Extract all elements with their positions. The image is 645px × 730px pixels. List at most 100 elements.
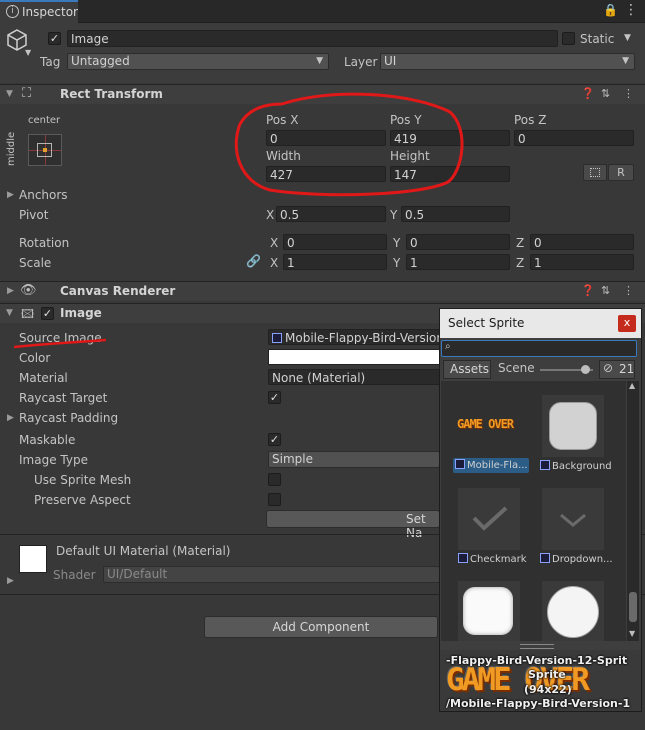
tab-inspector[interactable]: i Inspector <box>0 0 78 23</box>
color-swatch[interactable] <box>268 349 440 365</box>
layer-label: Layer <box>344 55 378 69</box>
rotation-x-field[interactable]: 0 <box>283 234 387 250</box>
tag-label: Tag <box>40 55 61 69</box>
scale-z-field[interactable]: 1 <box>530 254 634 270</box>
scale-x-field[interactable]: 1 <box>283 254 387 270</box>
material-label: Material <box>19 371 68 385</box>
tab-assets[interactable]: Assets <box>443 360 491 379</box>
sprite-search-input[interactable]: ⌕ <box>441 340 637 357</box>
layer-value: UI <box>384 54 397 68</box>
sprite-item-background[interactable] <box>542 395 604 457</box>
tag-dropdown[interactable]: Untagged ▼ <box>67 53 329 70</box>
hidden-toggle-button[interactable]: ⊘ 21 <box>599 360 635 379</box>
preview-name: -Flappy-Bird-Version-12-Sprit <box>446 654 628 667</box>
maskable-checkbox[interactable]: ✓ <box>268 433 281 446</box>
static-dropdown-icon[interactable]: ▼ <box>624 33 631 43</box>
anchors-label[interactable]: Anchors <box>19 187 68 203</box>
sprite-item-selected-label[interactable]: Mobile-Fla... <box>453 458 529 473</box>
add-component-button[interactable]: Add Component <box>204 616 438 638</box>
material-foldout-icon[interactable]: ▶ <box>7 576 14 586</box>
pivot-y-axis: Y <box>390 208 398 222</box>
source-image-field[interactable]: Mobile-Flappy-Bird-Version <box>268 329 440 345</box>
sprite-item-checkmark[interactable] <box>458 488 520 550</box>
anchors-foldout-icon[interactable]: ▶ <box>7 190 14 200</box>
pivot-y-field[interactable]: 0.5 <box>401 206 510 222</box>
pivot-x-field[interactable]: 0.5 <box>276 206 386 222</box>
eye-icon: 👁 <box>20 283 37 298</box>
context-menu-icon[interactable]: ⋮ <box>623 87 634 100</box>
rotation-z-field[interactable]: 0 <box>530 234 634 250</box>
preserve-aspect-checkbox[interactable] <box>268 493 281 506</box>
select-sprite-title: Select Sprite <box>448 316 525 330</box>
rect-transform-title: Rect Transform <box>60 87 163 101</box>
presets-icon[interactable]: ⇅ <box>601 284 610 297</box>
height-field[interactable]: 147 <box>390 166 510 182</box>
help-icon[interactable]: ❓ <box>581 87 595 100</box>
tab-assets-label: Assets <box>450 362 490 376</box>
sprite-item-label: Background <box>552 461 612 472</box>
scale-z-axis: Z <box>516 256 525 270</box>
rotation-y-field[interactable]: 0 <box>406 234 510 250</box>
active-checkbox[interactable]: ✓ <box>48 32 61 45</box>
link-icon[interactable]: 🔗 <box>246 254 261 268</box>
help-icon[interactable]: ❓ <box>581 284 595 297</box>
preview-path: /Mobile-Flappy-Bird-Version-1 <box>446 697 631 710</box>
material-field[interactable]: None (Material) <box>268 369 440 385</box>
scroll-up-icon[interactable]: ▲ <box>629 381 635 390</box>
zoom-slider-handle[interactable] <box>581 365 590 374</box>
hidden-count: 21 <box>619 362 635 376</box>
image-enabled-checkbox[interactable]: ✓ <box>41 307 54 320</box>
set-native-size-button[interactable]: Set Na <box>266 510 440 540</box>
scroll-down-icon[interactable]: ▼ <box>629 629 635 638</box>
raw-edit-button[interactable]: R <box>608 164 634 181</box>
preview-size: (94x22) <box>524 683 572 696</box>
width-field[interactable]: 427 <box>266 166 386 182</box>
foldout-expanded-icon: ▼ <box>6 308 13 318</box>
scale-x-axis: X <box>270 256 279 270</box>
sprite-grid-scrollbar[interactable]: ▲ ▼ <box>627 381 639 641</box>
cube-dropdown-icon[interactable]: ▼ <box>25 48 31 57</box>
scale-y-field[interactable]: 1 <box>406 254 510 270</box>
layer-dropdown[interactable]: UI ▼ <box>380 53 635 70</box>
raycast-padding-foldout-icon[interactable]: ▶ <box>7 413 14 423</box>
scroll-thumb[interactable] <box>629 592 637 622</box>
static-checkbox[interactable] <box>562 32 575 45</box>
sprite-item-mobile-flappy[interactable]: GAME OVER <box>455 395 525 459</box>
zoom-slider[interactable] <box>540 365 593 374</box>
shader-dropdown[interactable]: UI/Default <box>103 566 440 583</box>
context-menu-icon[interactable]: ⋮ <box>623 284 634 297</box>
sprite-item-dropdown[interactable] <box>542 488 604 550</box>
tab-scene[interactable]: Scene <box>498 361 535 375</box>
height-label: Height <box>390 149 430 163</box>
use-sprite-mesh-checkbox[interactable] <box>268 473 281 486</box>
lock-icon[interactable]: 🔒 <box>603 3 618 17</box>
rect-transform-header[interactable]: ▼ ⛶ Rect Transform ❓ ⇅ ⋮ <box>0 84 645 104</box>
canvas-renderer-header[interactable]: ▶ 👁 Canvas Renderer ❓ ⇅ ⋮ <box>0 281 645 301</box>
pos-z-field[interactable]: 0 <box>514 130 634 146</box>
rotation-label: Rotation <box>19 236 70 250</box>
presets-icon[interactable]: ⇅ <box>601 87 610 100</box>
image-type-dropdown[interactable]: Simple <box>268 451 440 468</box>
pos-y-field[interactable]: 419 <box>390 130 510 146</box>
blueprint-mode-button[interactable] <box>583 164 607 181</box>
image-type-value: Simple <box>272 452 313 466</box>
game-over-art: GAME OVER <box>457 417 514 431</box>
pos-x-field[interactable]: 0 <box>266 130 386 146</box>
close-button[interactable]: x <box>618 315 636 332</box>
raycast-target-checkbox[interactable]: ✓ <box>268 391 281 404</box>
pivot-label: Pivot <box>19 208 49 222</box>
preview-splitter[interactable] <box>520 644 554 649</box>
sprite-item-input-field[interactable] <box>458 581 520 641</box>
more-options-icon[interactable]: ⋮ <box>624 2 638 18</box>
sprite-item-knob[interactable] <box>542 581 604 641</box>
object-name-field[interactable]: Image <box>67 30 558 47</box>
anchor-preset-button[interactable] <box>28 134 62 166</box>
image-type-label: Image Type <box>19 453 88 467</box>
rect-transform-icon: ⛶ <box>22 86 32 101</box>
pos-z-label: Pos Z <box>514 113 547 127</box>
chevron-down-icon: ▼ <box>316 56 323 66</box>
raycast-padding-label[interactable]: Raycast Padding <box>19 410 118 426</box>
tag-value: Untagged <box>71 54 130 68</box>
sprite-asset-icon <box>540 460 550 470</box>
pos-y-label: Pos Y <box>390 113 422 127</box>
